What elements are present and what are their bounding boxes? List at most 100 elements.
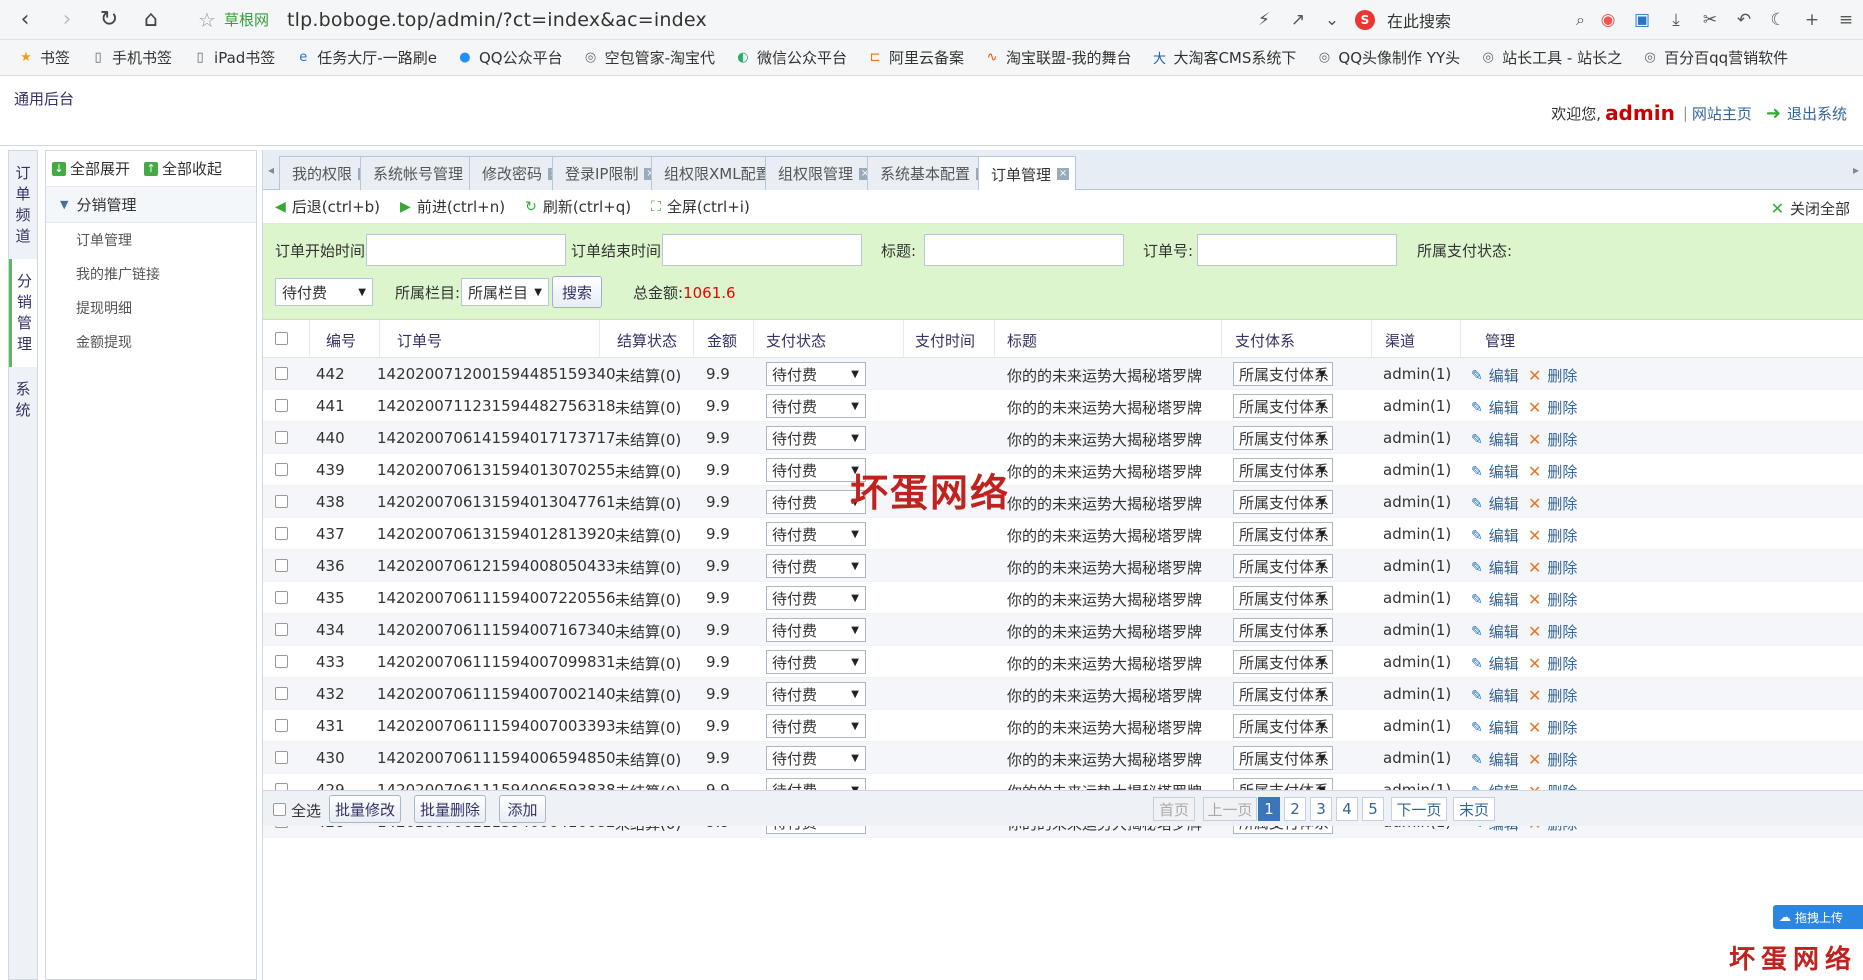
order-no-input[interactable] <box>1197 234 1397 266</box>
page-number-button[interactable]: 2 <box>1284 797 1306 821</box>
pay-system-select[interactable]: 所属支付体系▼ <box>1233 490 1333 514</box>
bookmark-item[interactable]: ◐ 微信公众平台 <box>735 47 847 68</box>
menu-section-distribution[interactable]: ▼ 分销管理 <box>46 187 256 223</box>
pay-system-select[interactable]: 所属支付体系▼ <box>1233 618 1333 642</box>
url-text[interactable]: tlp.boboge.top/admin/?ct=index&ac=index <box>287 9 707 31</box>
delete-button[interactable]: ✕ 删除 <box>1528 493 1577 514</box>
edit-button[interactable]: ✎ 编辑 <box>1471 621 1519 642</box>
edit-button[interactable]: ✎ 编辑 <box>1471 653 1519 674</box>
delete-button[interactable]: ✕ 删除 <box>1528 557 1577 578</box>
delete-button[interactable]: ✕ 删除 <box>1528 461 1577 482</box>
header-checkbox[interactable] <box>275 332 288 345</box>
home-icon[interactable]: ⌂ <box>134 3 168 37</box>
page-number-button[interactable]: 4 <box>1336 797 1358 821</box>
plus-icon[interactable]: + <box>1795 3 1829 37</box>
delete-button[interactable]: ✕ 删除 <box>1528 749 1577 770</box>
next-page-button[interactable]: 下一页 <box>1391 797 1447 821</box>
refresh-button[interactable]: ↻ 刷新(ctrl+q) <box>525 196 631 217</box>
pay-system-select[interactable]: 所属支付体系▼ <box>1233 586 1333 610</box>
pay-status-select[interactable]: 待付费 ▼ <box>766 490 866 514</box>
edit-button[interactable]: ✎ 编辑 <box>1471 525 1519 546</box>
pay-status-select[interactable]: 待付费 ▼ <box>766 586 866 610</box>
delete-button[interactable]: ✕ 删除 <box>1528 525 1577 546</box>
edit-button[interactable]: ✎ 编辑 <box>1471 589 1519 610</box>
column-select[interactable]: 所属栏目 ▼ <box>461 278 549 306</box>
pay-system-select[interactable]: 所属支付体系▼ <box>1233 426 1333 450</box>
tab-item[interactable]: 订单管理 × <box>978 156 1077 191</box>
scissors-icon[interactable]: ✂ <box>1693 3 1727 37</box>
browser-search[interactable]: S 在此搜索 ⌕ <box>1355 5 1585 35</box>
bookmark-star-icon[interactable]: ☆ <box>198 8 216 32</box>
batch-edit-button[interactable]: 批量修改 <box>329 795 401 823</box>
bookmark-item[interactable]: ● QQ公众平台 <box>457 47 562 68</box>
row-checkbox[interactable] <box>275 495 288 508</box>
edit-button[interactable]: ✎ 编辑 <box>1471 397 1519 418</box>
row-checkbox[interactable] <box>275 559 288 572</box>
search-button[interactable]: 搜索 <box>552 276 602 308</box>
menu-item[interactable]: 提现明细 <box>46 291 256 325</box>
edit-button[interactable]: ✎ 编辑 <box>1471 461 1519 482</box>
row-checkbox[interactable] <box>275 623 288 636</box>
delete-button[interactable]: ✕ 删除 <box>1528 397 1577 418</box>
fullscreen-button[interactable]: ⛶ 全屏(ctrl+i) <box>651 196 750 217</box>
menu-item[interactable]: 我的推广链接 <box>46 257 256 291</box>
row-checkbox[interactable] <box>275 463 288 476</box>
start-time-input[interactable] <box>366 234 566 266</box>
expand-all-button[interactable]: ↓ 全部展开 <box>52 158 130 179</box>
pay-system-select[interactable]: 所属支付体系▼ <box>1233 682 1333 706</box>
tab-item[interactable]: 登录IP限制× <box>552 156 664 190</box>
pay-system-select[interactable]: 所属支付体系▼ <box>1233 746 1333 770</box>
pay-status-select[interactable]: 待付费 ▼ <box>766 426 866 450</box>
row-checkbox[interactable] <box>275 431 288 444</box>
delete-button[interactable]: ✕ 删除 <box>1528 589 1577 610</box>
rail-tab[interactable]: 系统 <box>9 367 37 433</box>
pay-status-select[interactable]: 待付费 ▼ <box>766 458 866 482</box>
back-icon[interactable]: ‹ <box>8 3 42 37</box>
row-checkbox[interactable] <box>275 399 288 412</box>
pay-system-select[interactable]: 所属支付体系▼ <box>1233 554 1333 578</box>
pay-system-select[interactable]: 所属支付体系▼ <box>1233 362 1333 386</box>
edit-button[interactable]: ✎ 编辑 <box>1471 365 1519 386</box>
tab-scroll-right-icon[interactable]: ▸ <box>1850 156 1862 184</box>
download-icon[interactable]: ⤓ <box>1659 3 1693 37</box>
collapse-all-button[interactable]: ↑ 全部收起 <box>144 158 222 179</box>
bookmark-item[interactable]: ∿ 淘宝联盟-我的舞台 <box>984 47 1132 68</box>
row-checkbox[interactable] <box>275 687 288 700</box>
tab-item[interactable]: 组权限管理 × <box>765 156 879 190</box>
pay-status-select[interactable]: 待付费 ▼ <box>766 618 866 642</box>
prev-page-button[interactable]: 上一页 <box>1203 797 1257 821</box>
share-icon[interactable]: ↗ <box>1281 3 1315 37</box>
row-checkbox[interactable] <box>275 751 288 764</box>
row-checkbox[interactable] <box>275 655 288 668</box>
lightning-icon[interactable]: ⚡ <box>1247 3 1281 37</box>
bookmark-item[interactable]: 大大淘客CMS系统下 <box>1151 47 1296 68</box>
bookmark-item[interactable]: ▯ iPad书签 <box>192 47 275 68</box>
add-button[interactable]: 添加 <box>499 795 546 823</box>
edit-button[interactable]: ✎ 编辑 <box>1471 557 1519 578</box>
delete-button[interactable]: ✕ 删除 <box>1528 621 1577 642</box>
tab-scroll-left-icon[interactable]: ◂ <box>265 156 277 184</box>
pay-system-select[interactable]: 所属支付体系▼ <box>1233 650 1333 674</box>
bookmark-item[interactable]: e 任务大厅-一路刷e <box>295 47 437 68</box>
forward-button[interactable]: ▶ 前进(ctrl+n) <box>400 196 505 217</box>
rail-tab[interactable]: 分销管理 <box>9 259 37 367</box>
menu-icon[interactable]: ≡ <box>1829 3 1863 37</box>
back-button[interactable]: ◀ 后退(ctrl+b) <box>275 196 380 217</box>
bookmark-item[interactable]: ◎ QQ头像制作 YY头 <box>1316 47 1460 68</box>
pay-system-select[interactable]: 所属支付体系▼ <box>1233 458 1333 482</box>
bookmark-item[interactable]: ⊏ 阿里云备案 <box>867 47 964 68</box>
bookmark-item[interactable]: ★ 书签 <box>18 47 70 68</box>
moon-icon[interactable]: ☾ <box>1761 3 1795 37</box>
close-all-button[interactable]: ✕ 关闭全部 <box>1771 198 1850 219</box>
pay-status-select[interactable]: 待付费 ▼ <box>766 650 866 674</box>
pay-status-select[interactable]: 待付费 ▼ <box>766 714 866 738</box>
game-icon[interactable]: ◉ <box>1591 3 1625 37</box>
pay-status-select[interactable]: 待付费 ▼ <box>766 554 866 578</box>
pay-status-select[interactable]: 待付费 ▼ <box>275 278 373 306</box>
edit-button[interactable]: ✎ 编辑 <box>1471 685 1519 706</box>
title-input[interactable] <box>924 234 1124 266</box>
pay-system-select[interactable]: 所属支付体系▼ <box>1233 394 1333 418</box>
bookmark-item[interactable]: ◎ 百分百qq营销软件 <box>1642 47 1788 68</box>
chevron-down-icon[interactable]: ⌄ <box>1315 3 1349 37</box>
delete-button[interactable]: ✕ 删除 <box>1528 653 1577 674</box>
